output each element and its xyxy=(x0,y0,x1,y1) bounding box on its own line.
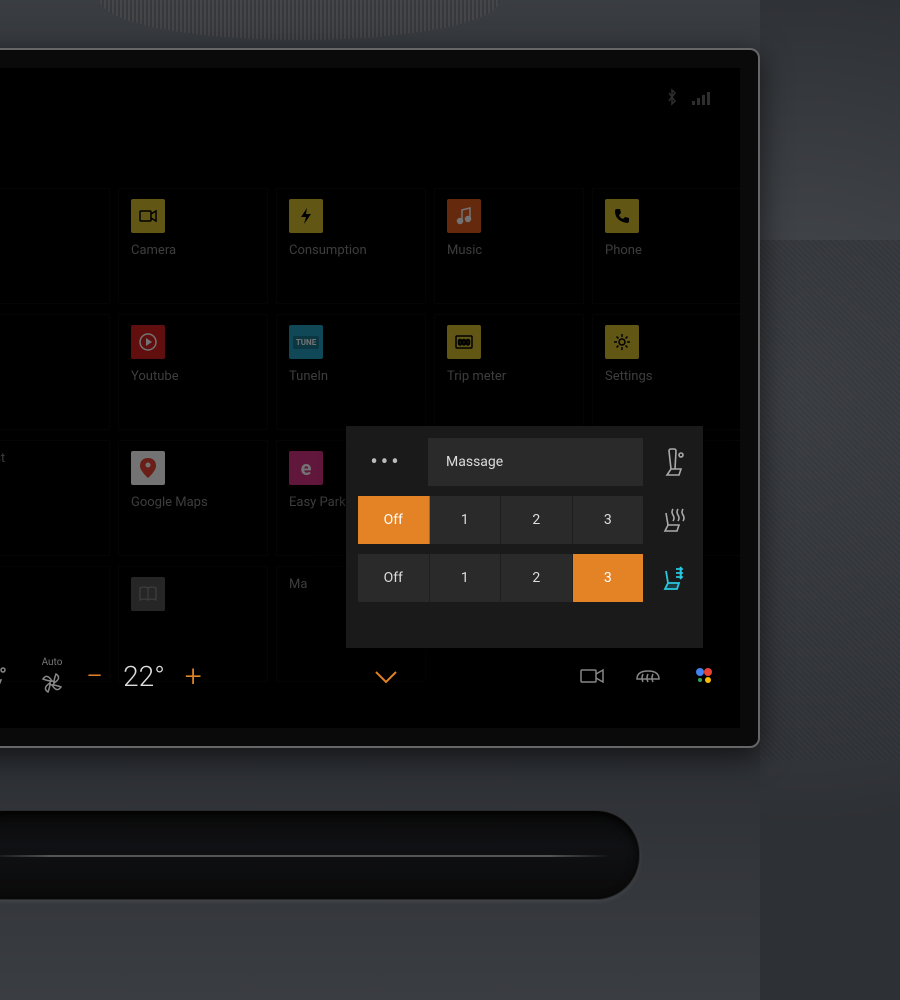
speaker-grille xyxy=(100,0,500,40)
app-label: Camera xyxy=(131,243,255,258)
bolt-icon xyxy=(289,199,323,233)
app-tile[interactable] xyxy=(0,314,110,430)
status-bar xyxy=(666,88,710,110)
temperature-value: 22° xyxy=(123,660,165,693)
driver-seat-button[interactable] xyxy=(0,663,18,689)
seat-vent-segmented: Off123 xyxy=(358,554,643,602)
play-icon xyxy=(131,325,165,359)
temp-up-button[interactable]: + xyxy=(185,659,202,694)
climate-bar: Auto − 22° + xyxy=(0,644,740,708)
seat-vent-option[interactable]: 1 xyxy=(430,554,502,602)
infotainment-screen: Camera Consumption Music Phone Youtube TUNE Tu… xyxy=(0,68,740,728)
defrost-button[interactable] xyxy=(626,665,670,687)
massage-row: ••• Massage xyxy=(358,438,691,486)
assistant-button[interactable] xyxy=(682,666,726,686)
heat-row: Off123 xyxy=(358,496,691,544)
app-label: Google Maps xyxy=(131,495,255,510)
seat-heat-option[interactable]: 1 xyxy=(430,496,502,544)
app-label: Trip meter xyxy=(447,369,571,384)
app-tile[interactable]: Youtube xyxy=(118,314,268,430)
tunein-icon: TUNE xyxy=(289,325,323,359)
seat-vent-option[interactable]: 2 xyxy=(501,554,573,602)
dashboard-vent xyxy=(0,810,640,900)
phone-icon xyxy=(605,199,639,233)
seat-heat-icon xyxy=(657,505,691,535)
fan-auto-label: Auto xyxy=(42,657,63,668)
seat-vent-icon xyxy=(657,563,691,593)
temperature-control: − 22° + xyxy=(86,659,202,694)
seat-controls-popup: ••• Massage Off123 xyxy=(346,426,703,648)
seat-heat-option[interactable]: 3 xyxy=(573,496,644,544)
more-icon[interactable]: ••• xyxy=(358,450,414,475)
app-tile[interactable]: Consumption xyxy=(276,188,426,304)
bluetooth-icon xyxy=(666,88,678,110)
car-interior-side xyxy=(760,0,900,1000)
pin-icon xyxy=(131,451,165,485)
fan-button[interactable]: Auto xyxy=(30,657,74,696)
camera-shortcut-button[interactable] xyxy=(570,666,614,686)
svg-text:000: 000 xyxy=(458,339,470,347)
seat-heat-option[interactable]: 2 xyxy=(501,496,573,544)
seat-heat-option[interactable]: Off xyxy=(358,496,430,544)
vent-row: Off123 xyxy=(358,554,691,602)
climate-expand-chevron-icon[interactable] xyxy=(372,659,400,694)
app-tile[interactable]: Settings xyxy=(592,314,740,430)
video-icon xyxy=(131,199,165,233)
signal-icon xyxy=(692,90,710,109)
app-tile[interactable]: TUNE TuneIn xyxy=(276,314,426,430)
app-tile[interactable]: Camera xyxy=(118,188,268,304)
app-tile[interactable]: Phone xyxy=(592,188,740,304)
app-label: Music xyxy=(447,243,571,258)
seat-heat-segmented: Off123 xyxy=(358,496,643,544)
app-tile[interactable]: Google Maps xyxy=(118,440,268,556)
app-tile[interactable]: 000 Trip meter xyxy=(434,314,584,430)
app-label: Consumption xyxy=(289,243,413,258)
app-tile[interactable]: Music xyxy=(434,188,584,304)
screen-bezel: Camera Consumption Music Phone Youtube TUNE Tu… xyxy=(0,48,760,748)
temp-down-button[interactable]: − xyxy=(86,659,103,694)
massage-button[interactable]: Massage xyxy=(428,438,643,486)
music-icon xyxy=(447,199,481,233)
app-label: Settings xyxy=(605,369,729,384)
app-tile[interactable]: dcast xyxy=(0,440,110,556)
gear-icon xyxy=(605,325,639,359)
app-tile[interactable] xyxy=(0,188,110,304)
app-label: Youtube xyxy=(131,369,255,384)
seat-massage-icon xyxy=(657,447,691,477)
app-label: TuneIn xyxy=(289,369,413,384)
book-icon xyxy=(131,577,165,611)
app-label: Phone xyxy=(605,243,729,258)
app-label: dcast xyxy=(0,451,97,466)
seat-vent-option[interactable]: 3 xyxy=(573,554,644,602)
meter-icon: 000 xyxy=(447,325,481,359)
e-icon: e xyxy=(289,451,323,485)
seat-vent-option[interactable]: Off xyxy=(358,554,430,602)
